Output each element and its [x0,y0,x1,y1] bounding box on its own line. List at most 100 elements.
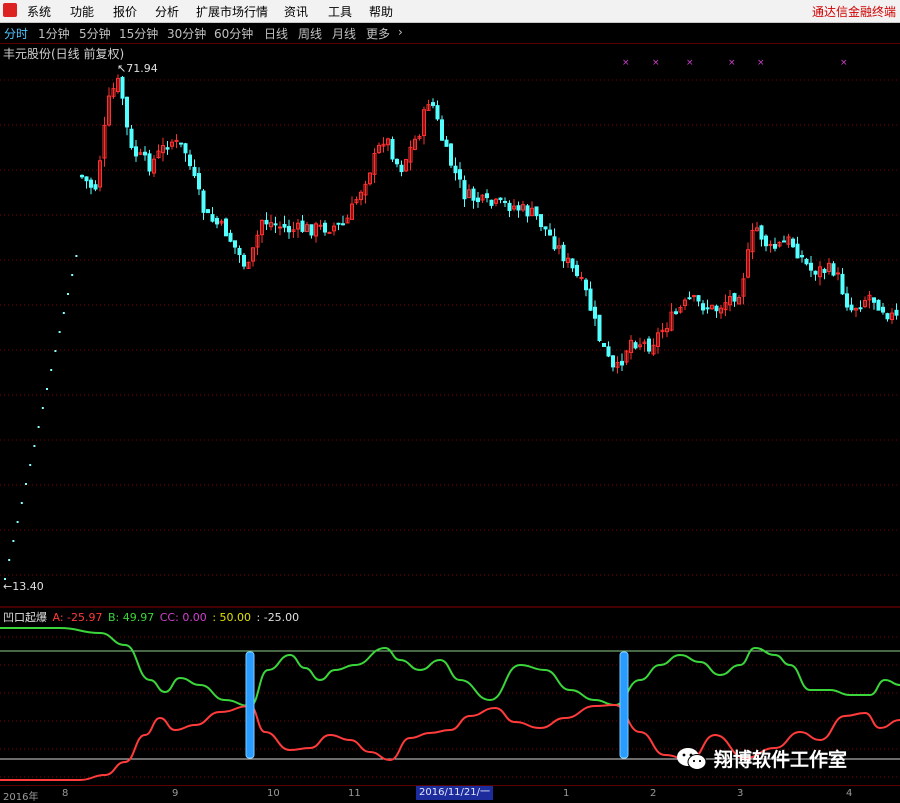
candle-body [179,142,183,145]
candle-body [773,244,777,249]
ipo-dot [8,559,11,561]
ipo-dot [25,483,27,485]
candle-body [485,193,489,199]
candle-body [471,188,476,201]
axis-label-mar: 3 [737,788,744,799]
candle-body [822,268,827,273]
candle-body [201,190,206,213]
candle-body [809,262,813,271]
candle-body [309,224,314,236]
candle-body [80,174,84,178]
candle-body [134,146,138,157]
ipo-dot [41,407,44,409]
candle-body [399,164,404,173]
candle-body [435,105,440,120]
candle-body [795,243,800,259]
candle-body [120,76,125,99]
candle-body [476,197,480,203]
candle-body [714,305,719,312]
candle-body [323,222,327,233]
axis-label-nov: 11 [348,788,361,799]
candle-body [84,176,89,182]
candle-body [188,154,192,167]
candle-body [831,263,836,276]
ipo-dot [16,521,19,523]
candle-body [143,151,147,156]
watermark-text: 翔博软件工作室 [714,749,848,771]
candle-body [192,166,197,177]
candle-body [287,226,291,233]
candle-body [503,200,507,203]
candle-body [647,338,651,352]
candle-body [453,165,458,174]
candle-body [395,158,399,165]
indicator-header: 凹口起爆 A: -25.97 B: 49.97 CC: 0.00 : 50.00… [3,609,301,625]
candle-body [543,226,548,230]
indicator-a-value: A: -25.97 [52,611,103,624]
candle-body [768,243,773,246]
axis-label-jan: 1 [563,788,570,799]
candle-body [300,220,305,232]
candle-body [224,218,228,237]
chart-title: 丰元股份(日线 前复权) [3,47,125,61]
candle-body [498,197,503,201]
candle-body [885,313,890,320]
price-max-label: ↖71.94 [117,62,158,75]
ipo-dot [62,312,65,314]
axis-label-feb: 2 [650,788,657,799]
candle-body [588,288,593,311]
candle-body [593,306,597,319]
candle-body [597,314,602,341]
wechat-icon [677,747,707,770]
candle-body [278,226,282,229]
signal-marker: × [686,58,694,68]
candle-body [431,102,435,106]
candle-body [548,229,552,236]
candle-body [782,240,786,243]
candle-body [858,307,863,310]
candle-body [836,272,840,275]
signal-marker: × [728,58,736,68]
candle-body [125,96,129,128]
candle-body [602,342,606,347]
signal-bar [245,651,255,759]
candle-body [611,355,615,368]
indicator-name[interactable]: 凹口起爆 [3,611,47,624]
ipo-dot [20,502,23,504]
ipo-dot [71,274,74,276]
candle-body [876,299,881,311]
indicator-b-value: B: 49.97 [108,611,155,624]
candle-body [228,232,233,242]
candle-body [210,214,215,222]
candle-body [93,184,98,190]
candle-body [89,179,93,188]
candle-body [282,224,287,228]
candle-body [845,293,849,308]
axis-label-sep: 9 [172,788,179,799]
date-cursor-label: 2016/11/21/一 [416,786,494,800]
ipo-dot [75,255,78,257]
candle-body [701,303,705,311]
candle-body [759,225,764,240]
indicator-b-line [0,627,900,708]
kline-chart[interactable]: × × × × × × [0,0,900,801]
candle-body [561,244,566,262]
candle-body [165,147,170,150]
candle-body [575,264,579,277]
candle-body [552,236,557,250]
candle-body [732,293,737,302]
candle-body [696,295,701,302]
signal-marker: × [652,58,660,68]
candle-body [570,258,575,269]
axis-label-oct: 10 [267,788,280,799]
candle-body [462,180,467,200]
candle-body [804,258,809,265]
candle-body [764,235,768,247]
ipo-dot [54,350,57,352]
candle-body [129,128,134,148]
candle-body [341,223,345,226]
ipo-dot [12,540,15,542]
indicator-level-value: : 50.00 [212,611,252,624]
ipo-dot [58,331,61,333]
candle-body [233,240,237,248]
